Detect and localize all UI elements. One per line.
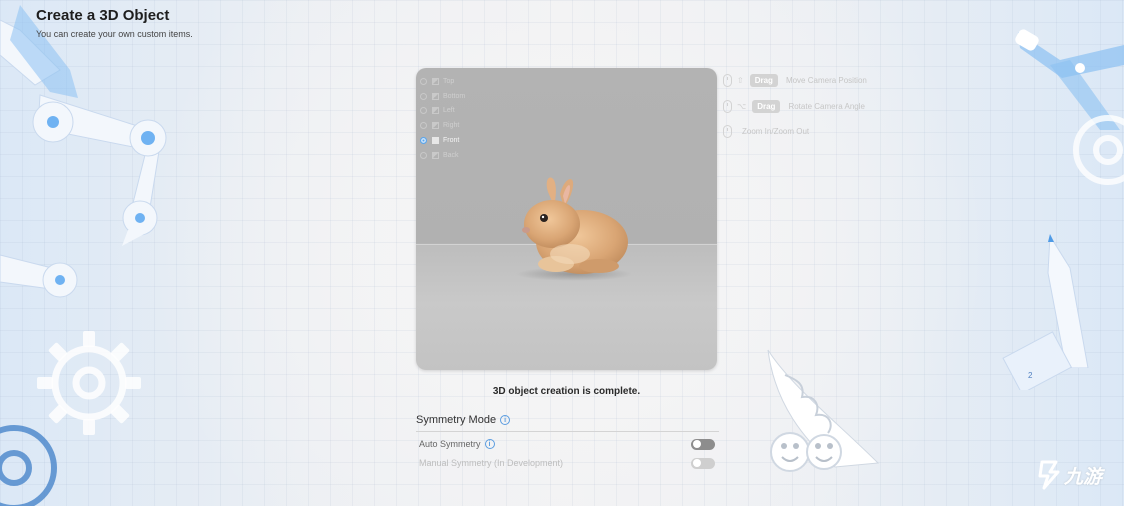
view-option-front[interactable]: Front: [420, 133, 465, 148]
cube-right-icon: [432, 122, 439, 130]
cube-left-icon: [432, 107, 439, 115]
auto-symmetry-label-wrap: Auto Symmetry i: [419, 439, 495, 449]
control-hint-move: ⇧ Drag Move Camera Position: [723, 68, 867, 94]
view-option-label: Front: [443, 137, 460, 145]
camera-controls-hints: ⇧ Drag Move Camera Position ⌥ Drag Rotat…: [723, 68, 867, 145]
cube-back-icon: [432, 151, 439, 159]
shift-key-icon: ⇧: [737, 76, 744, 86]
control-hint-zoom: Zoom In/Zoom Out: [723, 119, 867, 145]
control-hint-rotate: ⌥ Drag Rotate Camera Angle: [723, 94, 867, 120]
symmetry-mode-section: Symmetry Mode i Auto Symmetry i Manual S…: [416, 414, 719, 470]
watermark-logo-icon: [1038, 460, 1060, 490]
radio-icon: [420, 151, 427, 159]
control-action-label: Rotate Camera Angle: [788, 101, 865, 111]
manual-symmetry-label: Manual Symmetry (In Development): [419, 458, 564, 468]
page-subtitle: You can create your own custom items.: [36, 29, 193, 39]
3d-viewport[interactable]: Top Bottom Left Right Front Back: [416, 68, 717, 370]
radio-icon: [420, 107, 427, 115]
mouse-icon: [723, 74, 732, 88]
info-icon[interactable]: i: [500, 415, 511, 425]
auto-symmetry-toggle[interactable]: [691, 438, 715, 450]
cube-top-icon: [432, 77, 439, 85]
view-option-label: Top: [443, 77, 455, 85]
camera-view-list: Top Bottom Left Right Front Back: [420, 74, 465, 163]
cube-front-icon: [432, 137, 439, 145]
cube-bottom-icon: [432, 92, 439, 100]
view-option-label: Left: [443, 107, 455, 115]
manual-symmetry-row: Manual Symmetry (In Development): [416, 456, 719, 470]
info-icon[interactable]: i: [484, 439, 495, 449]
radio-icon: [420, 77, 427, 85]
mascot-illustration: [767, 349, 880, 472]
site-watermark: 九游: [1036, 460, 1102, 490]
svg-text:2: 2: [1028, 371, 1033, 380]
symmetry-mode-header: Symmetry Mode i: [416, 414, 719, 432]
view-option-bottom[interactable]: Bottom: [420, 89, 465, 104]
control-action-label: Zoom In/Zoom Out: [742, 127, 810, 137]
view-option-back[interactable]: Back: [420, 148, 465, 163]
control-action-label: Move Camera Position: [785, 76, 867, 86]
view-option-top[interactable]: Top: [420, 74, 465, 89]
ruler-illustration: 2: [1002, 331, 1072, 390]
radio-selected-icon: [420, 137, 427, 145]
robot-arm-illustration: [0, 5, 167, 298]
radio-icon: [420, 92, 427, 100]
view-option-label: Back: [443, 151, 459, 159]
mouse-icon: [723, 99, 732, 113]
radio-icon: [420, 122, 427, 130]
drag-badge: Drag: [749, 74, 778, 88]
gear-blue-icon: [0, 425, 57, 506]
auto-symmetry-row: Auto Symmetry i: [416, 437, 719, 451]
scroll-wheel-icon: [723, 125, 732, 139]
creation-status-message: 3D object creation is complete.: [492, 386, 641, 397]
symmetry-mode-title: Symmetry Mode: [416, 414, 497, 426]
auto-symmetry-label: Auto Symmetry: [419, 439, 481, 449]
manual-symmetry-label-wrap: Manual Symmetry (In Development): [419, 458, 563, 468]
page-title: Create a 3D Object: [36, 7, 170, 24]
watermark-text: 九游: [1064, 466, 1103, 488]
view-option-right[interactable]: Right: [420, 118, 465, 133]
bunny-3d-model[interactable]: [504, 174, 634, 284]
drag-badge: Drag: [752, 99, 781, 113]
view-option-left[interactable]: Left: [420, 104, 465, 119]
option-key-icon: ⌥: [737, 101, 747, 111]
manual-symmetry-toggle: [691, 457, 715, 469]
gear-right-icon: [1073, 115, 1124, 185]
view-option-label: Right: [443, 122, 460, 130]
view-option-label: Bottom: [443, 92, 466, 100]
